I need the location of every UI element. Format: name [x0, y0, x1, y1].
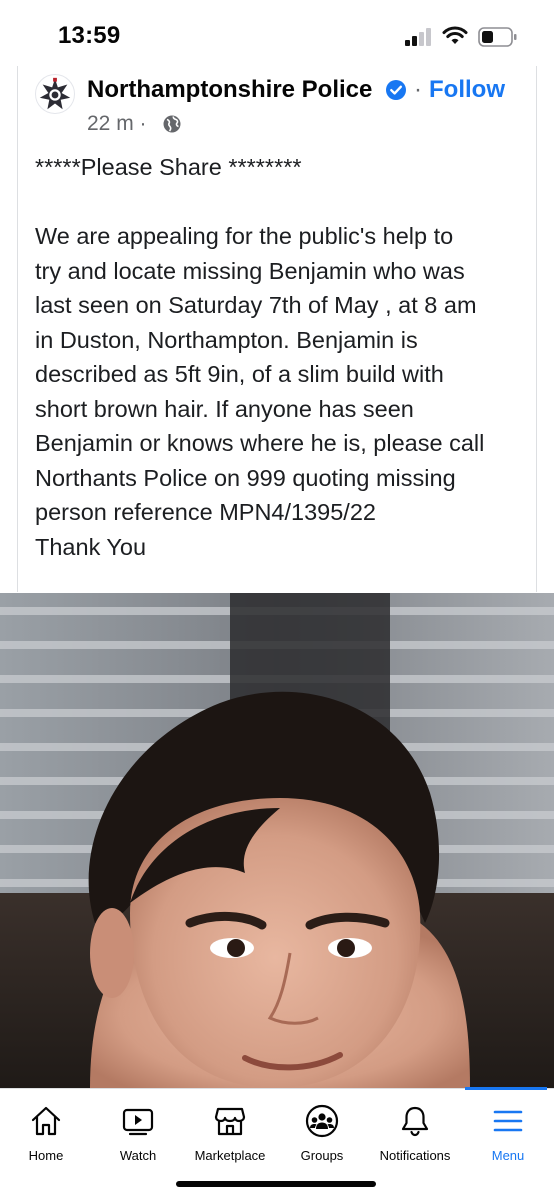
tab-label: Notifications [379, 1148, 451, 1163]
follow-button[interactable]: Follow [429, 76, 505, 104]
home-indicator[interactable] [176, 1181, 376, 1187]
tab-marketplace[interactable]: Marketplace [184, 1089, 276, 1169]
post-text-line: Northants Police on 999 quoting missing [35, 464, 456, 491]
wifi-icon [442, 26, 468, 44]
page-avatar[interactable] [35, 74, 75, 114]
police-crest-icon [39, 77, 71, 110]
tab-label: Marketplace [194, 1148, 266, 1163]
marketplace-icon [214, 1107, 246, 1136]
post-text: *****Please Share ******** We are appeal… [35, 150, 535, 564]
post-photo[interactable] [0, 593, 554, 1088]
post-timestamp[interactable]: 22 m · [87, 112, 147, 136]
tab-watch[interactable]: Watch [92, 1089, 184, 1169]
post-text-line: person reference MPN4/1395/22 [35, 499, 376, 525]
battery-icon [478, 27, 517, 47]
status-time: 13:59 [58, 22, 121, 49]
post-text-line: in Duston, Northampton. Benjamin is [35, 326, 418, 353]
watch-icon [122, 1108, 154, 1136]
tab-menu[interactable]: Menu [462, 1089, 554, 1169]
status-bar: 13:59 [0, 0, 554, 66]
missing-person-photo [0, 593, 554, 1088]
verified-badge-icon [386, 80, 406, 100]
globe-icon [163, 115, 181, 133]
tab-groups[interactable]: Groups [276, 1089, 368, 1169]
post-text-line: Thank You [35, 533, 147, 560]
name-separator: · [414, 76, 422, 103]
page-name[interactable]: Northamptonshire Police [87, 76, 372, 104]
post-text-line: Benjamin or knows where he is, please ca… [35, 430, 485, 456]
post-text-line: *****Please Share ******** [35, 154, 302, 180]
post-text-line: described as 5ft 9in, of a slim build wi… [35, 361, 444, 387]
post-text-line: short brown hair. If anyone has seen [35, 395, 414, 422]
tab-home[interactable]: Home [0, 1089, 92, 1169]
post-text-line: last seen on Saturday 7th of May , at 8 … [35, 292, 477, 318]
cellular-signal-icon [405, 28, 435, 46]
tab-label: Groups [300, 1148, 344, 1163]
home-icon [31, 1106, 61, 1136]
groups-icon [305, 1104, 339, 1138]
tab-notifications[interactable]: Notifications [368, 1089, 462, 1169]
post-text-line [35, 185, 535, 220]
post-card: Northamptonshire Police · Follow 22 m · … [17, 66, 537, 592]
post-text-line: We are appealing for the public's help t… [35, 223, 454, 249]
post-text-line: try and locate missing Benjamin who was [35, 257, 465, 284]
tab-label: Menu [491, 1148, 525, 1163]
tab-label: Home [28, 1148, 64, 1163]
tab-label: Watch [119, 1148, 157, 1163]
menu-icon [493, 1110, 523, 1132]
bell-icon [401, 1106, 429, 1137]
